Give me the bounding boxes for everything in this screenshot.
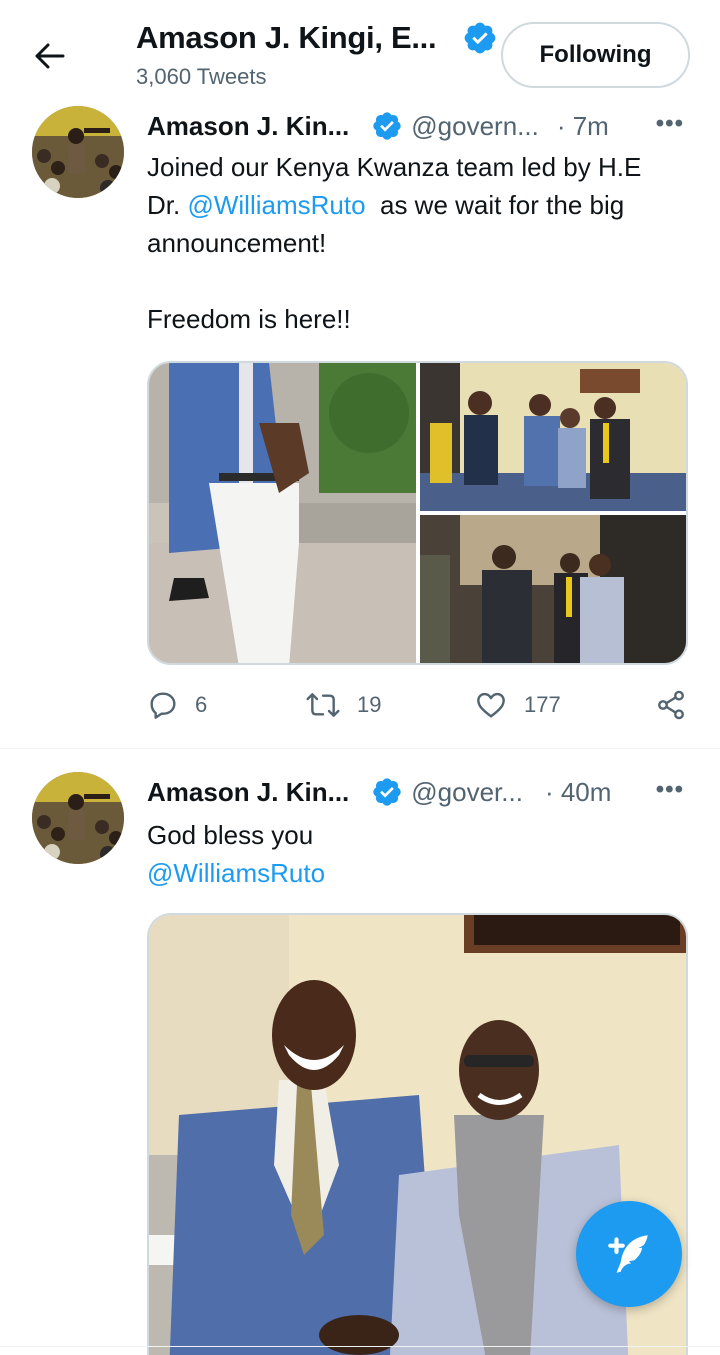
more-icon[interactable]: ••• [656,110,684,138]
following-button[interactable]: Following [501,22,690,88]
compose-tweet-button[interactable] [576,1201,682,1307]
tweet-text-line: Freedom is here!! [147,304,351,334]
header-title-row: Amason J. Kingi, E... [136,20,498,56]
tweet-text-line: Dr. @WilliamsRuto as we wait for the big [147,186,697,224]
photo[interactable] [419,363,686,511]
tweet-meta: Amason J. Kin... @govern... · 7m [147,110,609,142]
tweet-text-line: announcement! [147,228,327,258]
author-name[interactable]: Amason J. Kin... [147,111,349,142]
compose-tweet-icon [608,1235,648,1273]
tweet-text-line: God bless you [147,820,314,850]
verified-badge-icon [373,778,401,806]
heart-icon [477,692,505,718]
tweet-divider [0,748,720,749]
tweet-meta: Amason J. Kin... @gover... · 40m [147,776,611,808]
mention-link[interactable]: @WilliamsRuto [187,190,365,220]
verified-badge-icon [464,22,496,54]
back-button[interactable] [26,32,74,80]
avatar[interactable] [32,772,124,864]
reply-icon [150,692,176,719]
retweet-button[interactable]: 19 [305,689,381,721]
profile-header: Amason J. Kingi, E... 3,060 Tweets Follo… [0,0,720,100]
tweet-count: 3,060 Tweets [136,64,267,89]
tweet-text-line: Joined our Kenya Kwanza team led by H.E [147,152,642,182]
author-handle[interactable]: @gover... [411,777,523,808]
like-count: 177 [524,692,561,717]
arrow-left-icon [35,43,65,69]
verified-badge-icon [373,112,401,140]
text-segment: Dr. [147,190,188,220]
share-icon [658,690,684,720]
tweet-actions: 6 19 177 [147,689,692,729]
more-icon[interactable]: ••• [656,776,684,804]
text-segment: as we wait for the big [365,190,625,220]
tweet-time[interactable]: · 7m [557,111,609,142]
tweet-text: Joined our Kenya Kwanza team led by H.E … [147,148,697,338]
mention-link[interactable]: @WilliamsRuto [147,854,697,892]
share-button[interactable] [655,689,703,721]
profile-name: Amason J. Kingi, E... [136,20,437,55]
retweet-icon [306,693,340,717]
author-handle[interactable]: @govern... [411,111,539,142]
bottom-divider [0,1346,720,1347]
tweet-time[interactable]: · 40m [545,777,611,808]
reply-count: 6 [195,692,208,717]
like-button[interactable]: 177 [474,689,561,721]
reply-button[interactable]: 6 [147,689,207,721]
photo[interactable] [419,515,686,663]
photo[interactable] [149,363,416,663]
retweet-count: 19 [357,692,382,717]
author-name[interactable]: Amason J. Kin... [147,777,349,808]
media-grid [147,361,688,665]
avatar[interactable] [32,106,124,198]
tweet-text: God bless you @WilliamsRuto [147,816,697,892]
